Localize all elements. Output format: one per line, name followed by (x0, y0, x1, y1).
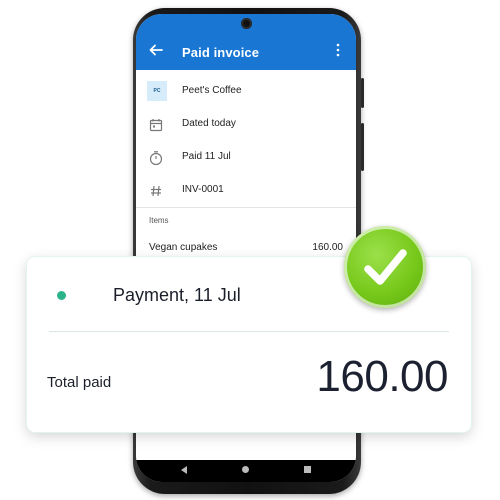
items-section-label: Items (149, 216, 169, 225)
hash-icon (151, 185, 161, 197)
card-divider (49, 331, 449, 332)
total-paid-value: 160.00 (316, 352, 448, 401)
camera-icon (241, 18, 252, 29)
vendor-row[interactable]: PC Peet's Coffee (136, 76, 356, 108)
volume-button (361, 78, 364, 108)
item-name: Vegan cupakes (149, 242, 218, 253)
checkmark-icon (344, 226, 426, 308)
paid-date-text: Paid 11 Jul (182, 151, 231, 162)
invoice-number: INV-0001 (182, 184, 224, 195)
arrow-left-icon[interactable] (148, 42, 164, 58)
calendar-icon (149, 119, 163, 132)
invoice-number-row: INV-0001 (136, 175, 356, 207)
list-item[interactable]: Vegan cupakes 160.00 (149, 242, 343, 253)
payment-title: Payment, 11 Jul (113, 285, 241, 305)
system-nav-bar (136, 460, 356, 482)
page-title: Paid invoice (182, 45, 260, 60)
status-dot-icon (57, 291, 66, 300)
vendor-avatar: PC (147, 81, 167, 101)
power-button (361, 123, 364, 171)
date-text: Dated today (182, 118, 236, 129)
nav-back-icon[interactable] (181, 466, 187, 474)
vendor-name: Peet's Coffee (182, 85, 242, 96)
item-price: 160.00 (312, 242, 343, 253)
nav-home-icon[interactable] (242, 466, 249, 473)
total-paid-label: Total paid (47, 374, 112, 391)
timer-icon (149, 151, 163, 166)
section-divider (136, 207, 356, 208)
date-row: Dated today (136, 109, 356, 141)
paid-row: Paid 11 Jul (136, 142, 356, 174)
nav-recents-icon[interactable] (304, 466, 311, 473)
more-vertical-icon[interactable] (336, 43, 340, 57)
